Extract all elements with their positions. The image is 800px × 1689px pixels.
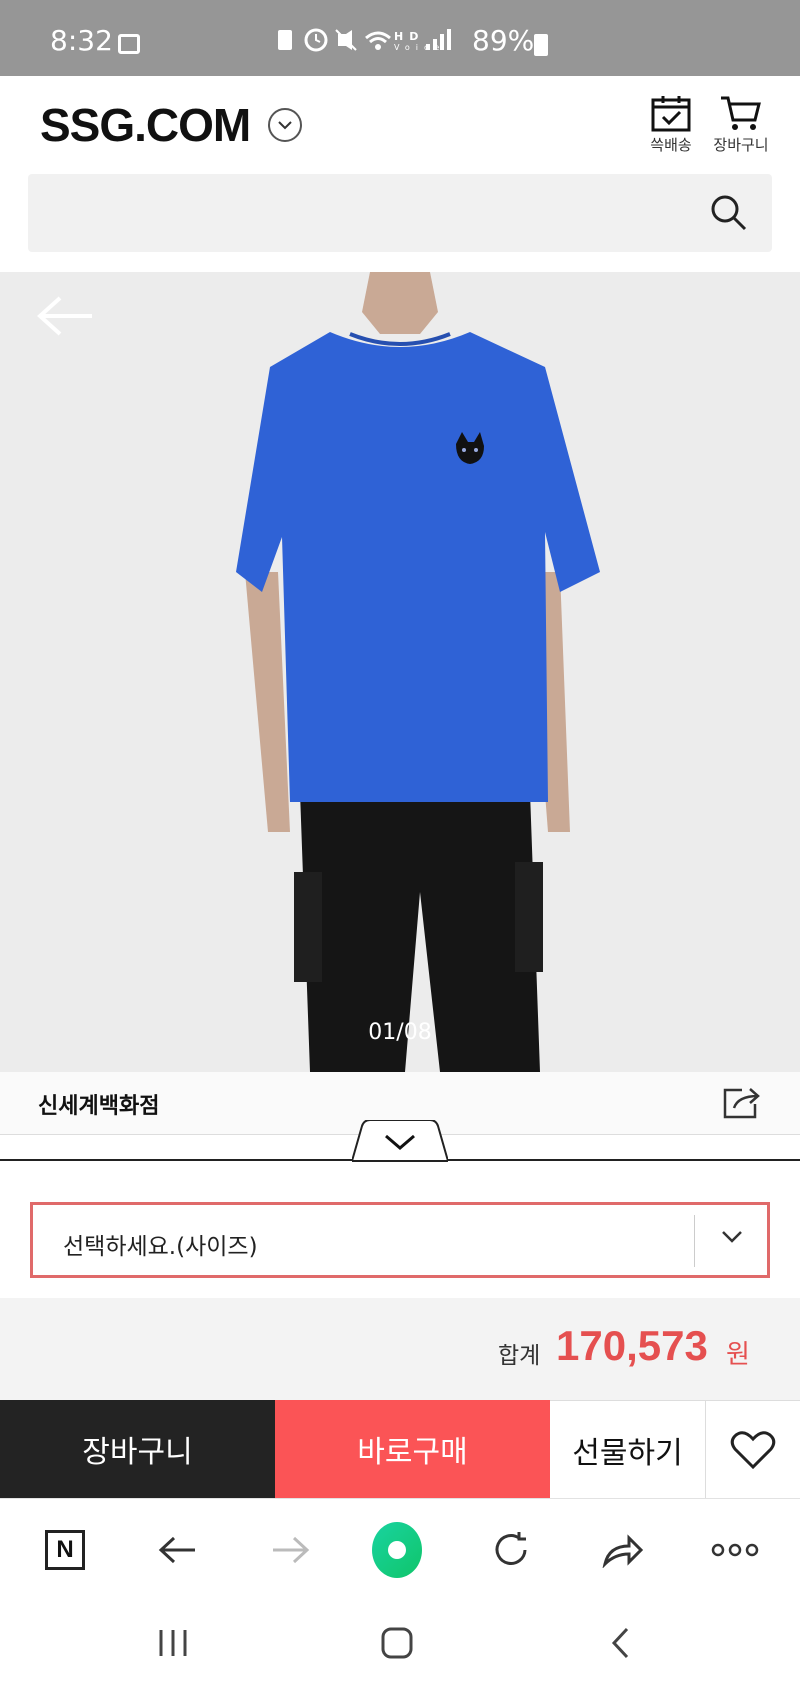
status-icons: HD Voice <box>276 26 456 60</box>
back-arrow-icon[interactable] <box>36 294 96 342</box>
logo-menu-chevron-icon[interactable] <box>268 108 302 142</box>
svg-text:HD: HD <box>394 30 424 43</box>
chevron-down-icon[interactable] <box>721 1229 743 1248</box>
heart-icon <box>730 1430 776 1469</box>
status-bar: 8:32 HD Voice 89% <box>0 0 800 76</box>
site-logo[interactable]: SSG.COM <box>40 98 251 152</box>
add-to-cart-button[interactable]: 장바구니 <box>0 1400 275 1498</box>
forward-button[interactable] <box>265 1525 315 1575</box>
total-label: 합계 <box>498 1343 541 1369</box>
product-photo <box>236 272 600 1072</box>
product-image-carousel[interactable]: 01/08 <box>0 272 800 1072</box>
refresh-icon <box>495 1532 527 1565</box>
search-icon[interactable] <box>708 192 748 236</box>
quick-delivery-label: 쓱배송 <box>650 136 692 154</box>
chevron-left-icon <box>611 1627 629 1659</box>
total-area: 합계 170,573 원 <box>0 1298 800 1400</box>
store-name[interactable]: 신세계백화점 <box>38 1088 159 1120</box>
home-button[interactable] <box>372 1618 422 1668</box>
gift-button[interactable]: 선물하기 <box>550 1400 706 1498</box>
more-button[interactable] <box>710 1525 760 1575</box>
cart-icon <box>721 96 761 130</box>
status-indicators-icon: HD Voice <box>278 28 451 52</box>
buy-now-button[interactable]: 바로구매 <box>275 1400 550 1498</box>
home-icon <box>381 1627 413 1659</box>
back-button[interactable] <box>153 1525 203 1575</box>
chevron-down-icon <box>350 1119 450 1162</box>
cart-header-button[interactable]: 장바구니 <box>706 94 776 155</box>
like-button[interactable] <box>706 1400 800 1498</box>
naver-home-button[interactable]: N <box>40 1525 90 1575</box>
green-dot-icon <box>372 1522 422 1578</box>
more-dots-icon <box>711 1543 759 1557</box>
refresh-button[interactable] <box>486 1525 536 1575</box>
size-select[interactable]: 선택하세요.(사이즈) <box>30 1202 770 1278</box>
naver-n-icon: N <box>45 1530 85 1570</box>
image-counter: 01/08 <box>368 1020 432 1045</box>
purchase-action-bar: 장바구니 바로구매 선물하기 <box>0 1400 800 1498</box>
svg-text:Voice: Voice <box>394 43 445 52</box>
search-bar[interactable] <box>28 174 772 252</box>
size-select-value: 선택하세요.(사이즈) <box>63 1234 258 1260</box>
browser-toolbar: N <box>0 1498 800 1599</box>
share-arrow-icon <box>602 1534 644 1568</box>
arrow-left-icon <box>158 1536 195 1564</box>
select-separator <box>694 1215 695 1267</box>
battery-percent: 89% <box>472 24 535 57</box>
share-icon[interactable] <box>722 1086 762 1124</box>
search-input[interactable] <box>46 192 690 234</box>
arrow-right-icon <box>273 1536 310 1564</box>
calendar-check-icon <box>651 96 691 132</box>
cart-header-label: 장바구니 <box>713 136 769 154</box>
battery-icon <box>534 34 548 56</box>
option-panel-toggle[interactable] <box>350 1119 450 1162</box>
status-time: 8:32 <box>50 24 113 57</box>
share-browser-button[interactable] <box>598 1525 648 1575</box>
system-back-button[interactable] <box>596 1618 646 1668</box>
total-currency: 원 <box>726 1340 750 1370</box>
total-price: 170,573 <box>556 1322 708 1369</box>
recents-button[interactable] <box>148 1618 198 1668</box>
quick-delivery-button[interactable]: 쓱배송 <box>636 94 706 155</box>
gallery-icon <box>118 34 140 54</box>
recents-icon <box>159 1630 187 1656</box>
system-nav-bar <box>0 1598 800 1689</box>
green-dot-button[interactable] <box>372 1522 422 1578</box>
